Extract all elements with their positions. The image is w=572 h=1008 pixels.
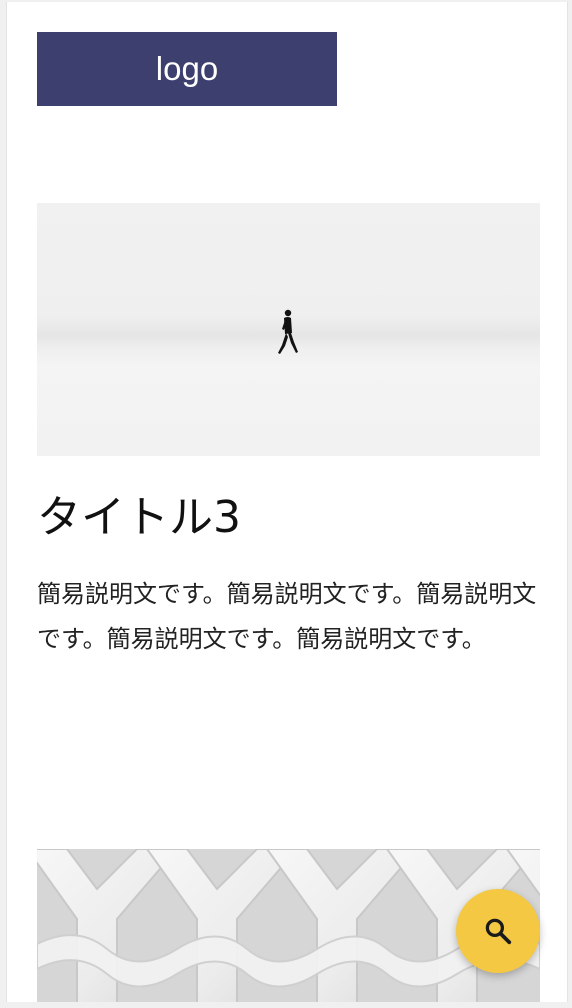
card-description: 簡易説明文です。簡易説明文です。簡易説明文です。簡易説明文です。簡易説明文です。 [37, 580, 537, 653]
card-title: タイトル3 [37, 492, 241, 543]
logo-text: logo [155, 50, 219, 87]
search-button[interactable] [456, 889, 540, 973]
walking-person-figure [278, 309, 298, 354]
search-icon [485, 918, 512, 945]
logo[interactable]: logo [37, 32, 337, 106]
card-image[interactable] [37, 203, 540, 456]
page-viewport: logo タイトル3 簡易説明文です。簡易説明文です。簡易説明文です。簡易説明文… [6, 2, 568, 1002]
